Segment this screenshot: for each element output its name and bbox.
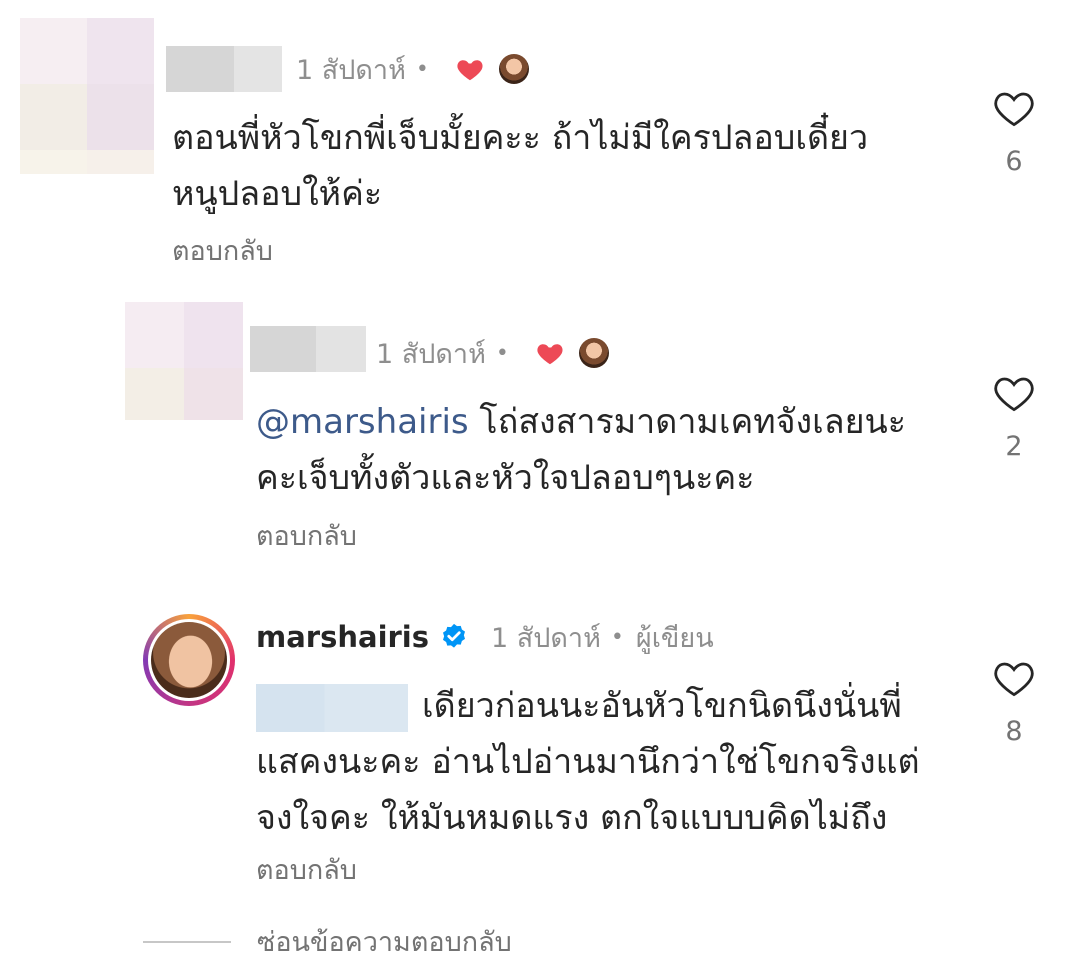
comment-line: เดียวก่อนนะอันหัวโขกนิดนึงนั่นพี่ [256,678,920,734]
author-mini-avatar [498,54,529,84]
like-control: 8 [984,658,1044,747]
verified-badge-icon [439,622,469,652]
timestamp: 1 สัปดาห์ [491,622,601,654]
red-heart-icon [535,338,565,368]
timestamp: 1 สัปดาห์ [376,338,486,370]
like-control: 6 [984,88,1044,177]
hide-replies-button[interactable]: ซ่อนข้อความตอบกลับ [257,920,512,963]
like-count: 8 [1005,716,1023,747]
comment-line: จงใจคะ ให้มันหมดแรง ตกใจแบบบคิดไม่ถึง [256,798,888,838]
comment-line: หนูปลอบให้ค่ะ [172,174,383,214]
avatar[interactable] [125,302,243,420]
divider [143,940,231,943]
heart-outline-icon[interactable] [993,658,1035,702]
like-count: 6 [1005,146,1023,177]
comment-line-rest: โถ่สงสารมาดามเคทจังเลยนะ [468,402,907,442]
comment-line: @marshairis โถ่สงสารมาดามเคทจังเลยนะ [256,394,906,450]
comment-text: @marshairis โถ่สงสารมาดามเคทจังเลยนะ คะเ… [256,394,906,506]
heart-outline-icon[interactable] [993,373,1035,417]
comment-text: ตอนพี่หัวโขกพี่เจ็บมั้ยคะะ ถ้าไม่มีใครปล… [172,110,868,222]
comment-text: เดียวก่อนนะอันหัวโขกนิดนึงนั่นพี่ แสคงนะ… [256,678,920,846]
like-control: 2 [984,373,1044,462]
separator-dot: • [415,56,429,82]
comment-line: แสคงนะคะ อ่านไปอ่านมานึกว่าใช่โขกจริงแต่ [256,742,920,782]
mention-redacted[interactable] [256,683,408,732]
reply-button[interactable]: ตอบกลับ [256,514,357,557]
red-heart-icon [455,54,485,84]
hide-replies-row[interactable]: ซ่อนข้อความตอบกลับ [143,920,512,963]
comment-line: คะเจ็บทั้งตัวและหัวใจปลอบๆนะคะ [256,458,755,498]
author-avatar[interactable] [143,614,235,706]
comment-meta: 1 สัปดาห์ • [376,330,609,376]
reply-button[interactable]: ตอบกลับ [172,229,273,272]
timestamp: 1 สัปดาห์ [296,54,406,86]
author-label: ผู้เขียน [635,622,714,654]
separator-dot: • [610,624,624,650]
username-redacted[interactable] [250,326,366,372]
reply-button[interactable]: ตอบกลับ [256,848,357,891]
heart-outline-icon[interactable] [993,88,1035,132]
avatar[interactable] [20,18,154,174]
like-count: 2 [1005,431,1023,462]
comment-meta: marshairis 1 สัปดาห์ • ผู้เขียน [256,614,714,660]
comment-line: ตอนพี่หัวโขกพี่เจ็บมั้ยคะะ ถ้าไม่มีใครปล… [172,118,869,158]
username[interactable]: marshairis [256,620,429,654]
author-mini-avatar [578,338,609,368]
mention-link[interactable]: @marshairis [256,402,469,442]
comment-line-rest: เดียวก่อนนะอันหัวโขกนิดนึงนั่นพี่ [422,686,902,726]
separator-dot: • [495,340,509,366]
comment-meta: 1 สัปดาห์ • [296,46,529,92]
username-redacted[interactable] [166,46,282,92]
